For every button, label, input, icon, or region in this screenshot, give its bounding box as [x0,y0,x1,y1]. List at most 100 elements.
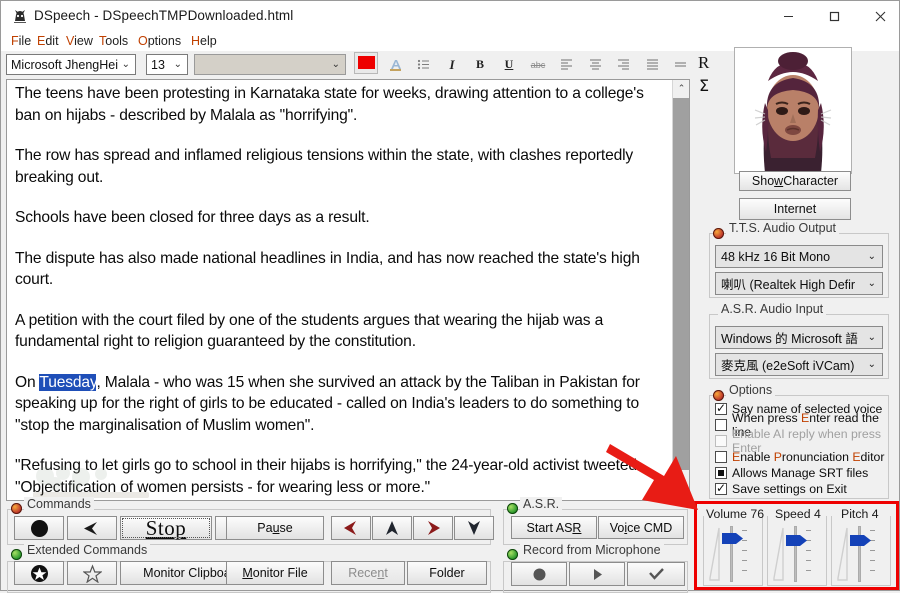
pause-button[interactable]: Pause [226,516,324,540]
italic-icon[interactable]: I [441,54,463,75]
options-group-title: Options [726,383,776,397]
nav-right-icon [428,521,440,535]
editor-vertical-scrollbar[interactable]: ⌃ [672,80,689,500]
nav-down-icon [468,521,480,535]
close-button[interactable] [857,1,900,31]
scroll-up-icon[interactable]: ⌃ [673,80,689,97]
recent-button[interactable]: Recent [331,561,405,585]
checkbox-disabled-icon [715,435,727,447]
asr-group-title: A.S.R. Audio Input [718,302,827,316]
sigma-symbol[interactable]: Σ [699,76,709,95]
option-allows-manage-srt-files[interactable]: Allows Manage SRT files [715,465,868,481]
align-center-icon[interactable] [584,54,606,75]
align-justify-icon[interactable] [641,54,663,75]
underline-icon[interactable]: U [498,54,520,75]
style-combo[interactable]: ⌄ [194,54,346,75]
character-preview[interactable] [734,47,852,174]
strikethrough-icon[interactable]: abc [527,54,549,75]
speed-slider-thumb[interactable] [786,534,808,547]
horizontal-rule-icon[interactable] [669,54,691,75]
checkbox-unchecked-icon [715,451,727,463]
headphone-icon [30,519,48,537]
asr-device-value: 麥克風 (e2eSoft iVCam) [721,359,855,373]
font-family-value: Microsoft JhengHei [11,57,118,72]
voice-cmd-button[interactable]: Voice CMD [598,516,684,539]
nav-right-button[interactable] [413,516,453,540]
font-size-combo[interactable]: 13 ⌄ [146,54,188,75]
stop-label: Stop [145,515,187,540]
pitch-ramp-icon [837,527,848,581]
menu-options[interactable]: Options [136,34,183,50]
stop-button[interactable]: Stop [120,516,212,540]
nav-down-button[interactable] [454,516,494,540]
pitch-slider-label: Pitch 4 [841,507,879,521]
menu-file[interactable]: File [9,34,33,50]
bold-icon[interactable]: B [469,54,491,75]
headphone-button[interactable] [14,516,64,540]
monitor-file-button[interactable]: Monitor File [226,561,324,585]
commands-group-icon [11,503,22,514]
pitch-slider-thumb[interactable] [850,534,872,547]
dspeech-window: DSpeech - DSpeechTMPDownloaded.html File… [0,0,900,593]
chevron-down-icon: ⌄ [121,59,130,70]
volume-slider-thumb[interactable] [722,532,744,545]
paragraph: The dispute has also made national headl… [15,249,640,289]
voice-cmd-label: Voice CMD [609,520,673,535]
star-filled-icon [30,564,48,582]
paragraph: A petition with the court filed by one o… [15,311,604,351]
previous-button[interactable] [67,516,117,540]
start-asr-label: Start ASR [526,520,582,535]
checkbox-checked-icon [715,401,727,415]
minimize-button[interactable] [765,1,811,31]
menu-view[interactable]: View [64,34,95,50]
folder-button[interactable]: Folder [407,561,487,585]
title-bar: DSpeech - DSpeechTMPDownloaded.html [1,1,899,32]
nav-up-icon [386,521,398,535]
asr-engine-combo[interactable]: Windows 的 Microsoft 語 ⌄ [715,326,883,349]
option-label: Allows Manage SRT files [732,466,869,480]
internet-button[interactable]: Internet [739,198,851,220]
avatar [735,48,851,173]
star-filled-button[interactable] [14,561,64,585]
asr-device-combo[interactable]: 麥克風 (e2eSoft iVCam) ⌄ [715,353,883,376]
checkbox-checked-icon [715,481,727,495]
option-save-settings-on-exit[interactable]: Save settings on Exit [715,481,847,497]
tts-group-icon [713,228,724,239]
bullet-list-icon[interactable] [412,54,434,75]
post-selection-text: , Malala - who was 15 when she survived … [15,373,640,434]
maximize-button[interactable] [811,1,857,31]
nav-up-button[interactable] [372,516,412,540]
menu-help[interactable]: Help [189,34,219,50]
menu-tools[interactable]: Tools [97,34,130,50]
paragraph: "Refusing to let girls go to school in t… [15,457,642,496]
asr-commands-title: A.S.R. [520,497,563,511]
show-character-button[interactable]: Sho w Character [739,171,851,191]
nav-left-icon [344,521,356,535]
rtf-symbol[interactable]: R [698,53,709,73]
nav-left-button[interactable] [331,516,371,540]
font-color-icon[interactable] [384,54,406,75]
menu-edit[interactable]: Edit [35,34,61,50]
window-title: DSpeech - DSpeechTMPDownloaded.html [34,8,294,23]
accept-button[interactable] [627,562,685,586]
option-enable-pronunciation-editor[interactable]: Enable Pronunciation Editor [715,449,884,465]
monitor-file-label: Monitor File [242,566,308,580]
tts-format-combo[interactable]: 48 kHz 16 Bit Mono ⌄ [715,245,883,268]
paragraph: The row has spread and inflamed religiou… [15,147,634,186]
record-group-icon [507,549,518,560]
prev-arrow-icon [84,521,97,535]
document-text-area[interactable]: The teens have been protesting in Karnat… [7,80,673,500]
scrollbar-thumb[interactable] [673,98,689,470]
speed-slider-label: Speed 4 [775,507,821,521]
start-asr-button[interactable]: Start ASR [511,516,597,539]
selected-word: Tuesday [39,373,97,391]
text-color-swatch[interactable] [354,52,378,74]
play-button[interactable] [569,562,625,586]
tts-device-combo[interactable]: 喇叭 (Realtek High Defir ⌄ [715,272,883,295]
commands-group-title: Commands [24,497,94,511]
align-right-icon[interactable] [612,54,634,75]
font-family-combo[interactable]: Microsoft JhengHei ⌄ [6,54,136,75]
record-button[interactable] [511,562,567,586]
align-left-icon[interactable] [555,54,577,75]
star-outline-button[interactable] [67,561,117,585]
